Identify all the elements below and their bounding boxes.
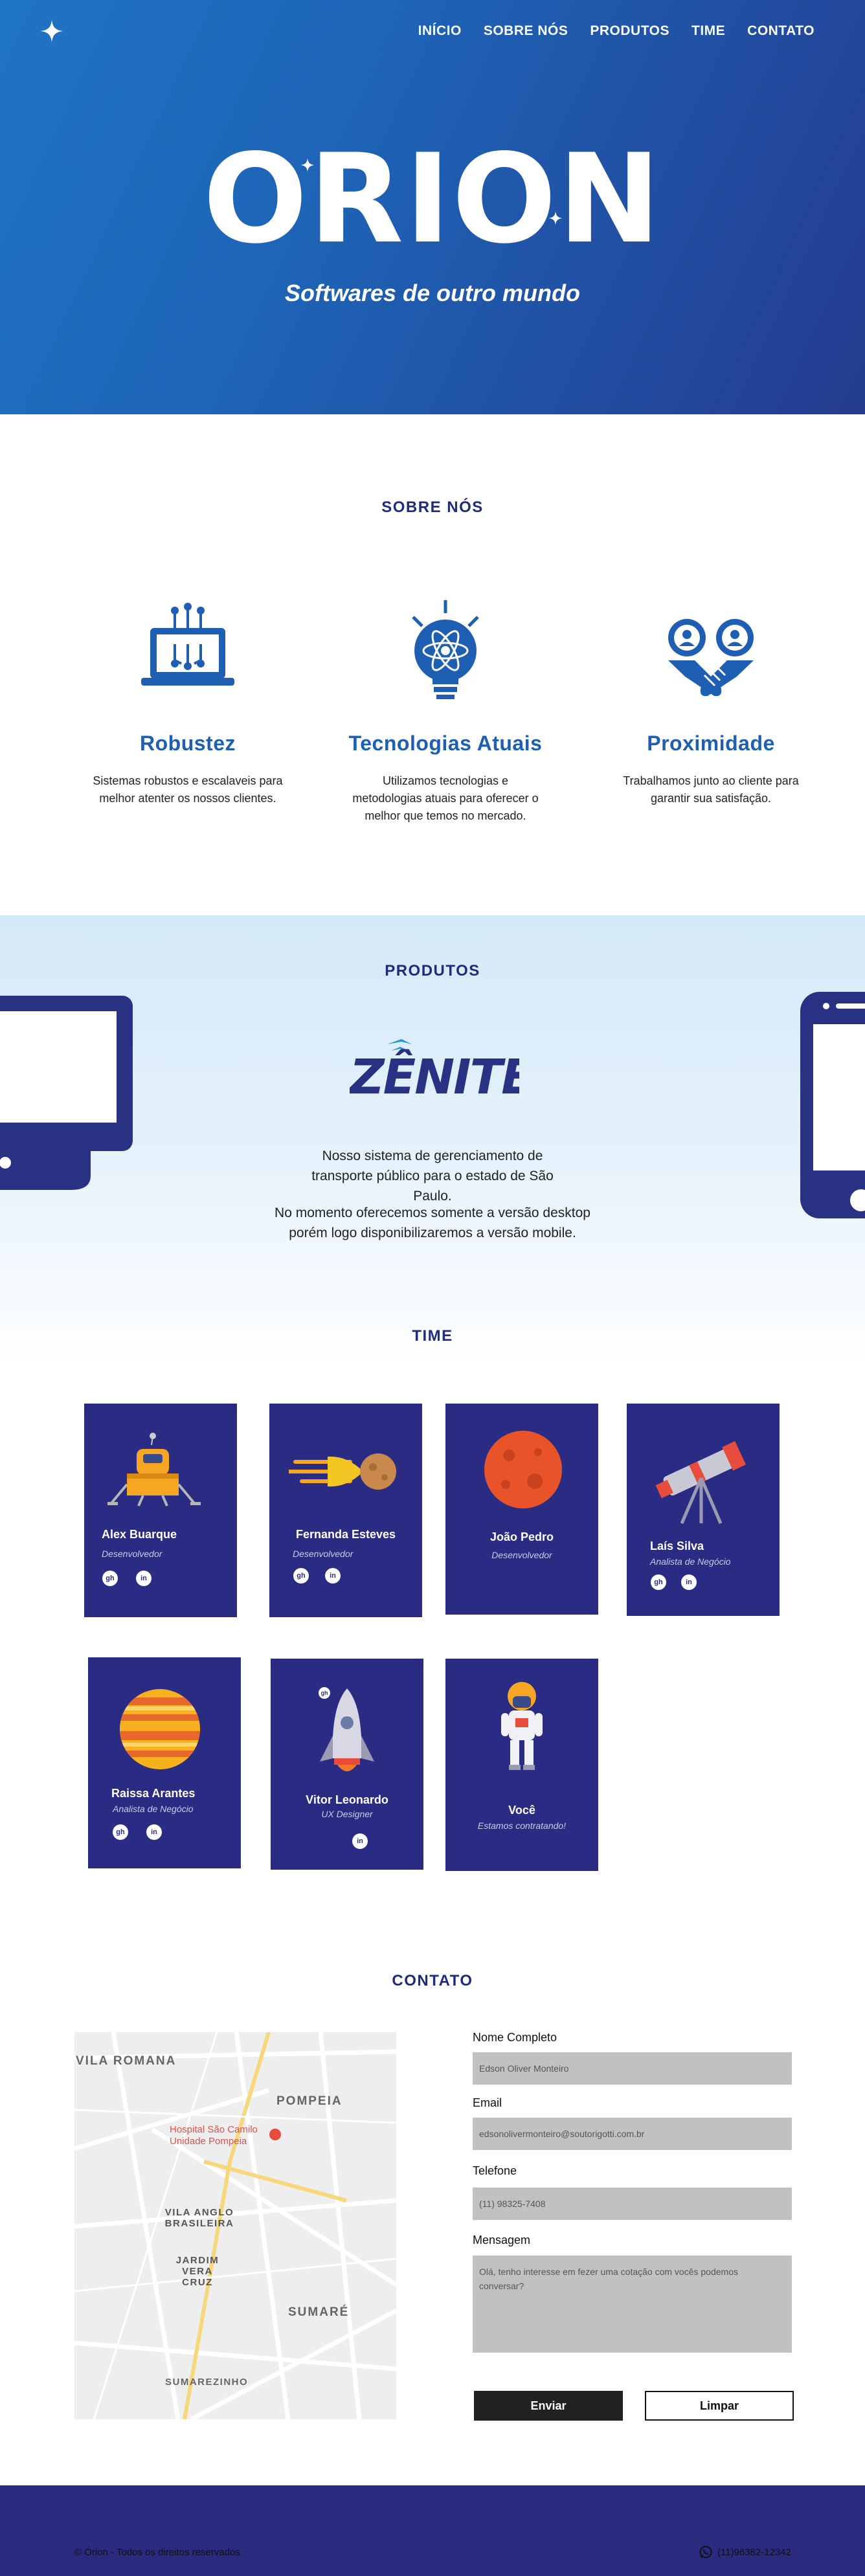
copyright-text: © Órion - Todos os direitos reservados bbox=[74, 2547, 240, 2558]
team-card: Raissa Arantes Analista de Negócio gh in bbox=[88, 1657, 241, 1868]
sparkle-icon bbox=[300, 158, 315, 172]
astronaut-icon bbox=[501, 1682, 543, 1770]
linkedin-icon[interactable]: in bbox=[352, 1833, 368, 1849]
phone-text: (11)96382-12342 bbox=[717, 2547, 791, 2558]
member-name: João Pedro bbox=[489, 1530, 554, 1543]
jupiter-planet-icon bbox=[120, 1689, 200, 1769]
linkedin-icon[interactable]: in bbox=[146, 1824, 162, 1840]
lightbulb-atom-icon bbox=[412, 600, 479, 699]
map-label: Hospital São Camilo bbox=[170, 2124, 258, 2135]
whatsapp-icon bbox=[699, 2546, 712, 2559]
map-label: VILA ROMANA bbox=[76, 2054, 177, 2068]
sobre-title: SOBRE NÓS bbox=[381, 498, 484, 516]
member-name: Raissa Arantes bbox=[111, 1787, 196, 1800]
map-roads bbox=[74, 2032, 396, 2419]
produtos-text-1: Nosso sistema de gerenciamento de transp… bbox=[311, 1148, 554, 1204]
telescope-icon bbox=[655, 1441, 747, 1524]
map-label: SUMAREZINHO bbox=[165, 2377, 249, 2388]
feature-card: Tecnologias Atuais Utilizamos tecnologia… bbox=[348, 599, 543, 825]
member-role: UX Designer bbox=[321, 1809, 373, 1819]
map-label: JARDIM VERA CRUZ bbox=[175, 2255, 219, 2288]
member-role: Analista de Negócio bbox=[650, 1556, 731, 1567]
produtos-text-2: No momento oferecemos somente a versão d… bbox=[275, 1205, 590, 1240]
member-name: Laís Silva bbox=[650, 1540, 704, 1552]
github-icon[interactable]: gh bbox=[651, 1574, 666, 1590]
member-name: Alex Buarque bbox=[102, 1528, 177, 1541]
member-role: Estamos contratando! bbox=[477, 1820, 567, 1831]
map-label: Unidade Pompeia bbox=[170, 2136, 247, 2147]
brand-title: ORION bbox=[203, 128, 662, 271]
name-input[interactable]: Edson Oliver Monteiro bbox=[473, 2052, 792, 2085]
linkedin-icon[interactable]: in bbox=[681, 1574, 697, 1590]
map-label: POMPEIA bbox=[276, 2094, 343, 2108]
location-map[interactable]: VILA ROMANA POMPEIA Hospital São Camilo … bbox=[74, 2032, 396, 2419]
member-name: Você bbox=[508, 1804, 535, 1817]
product-name: ZÊNITE bbox=[350, 1048, 519, 1097]
clear-button[interactable]: Limpar bbox=[645, 2391, 794, 2421]
github-icon[interactable]: gh bbox=[102, 1571, 118, 1586]
produtos-title: PRODUTOS bbox=[385, 962, 480, 980]
linkedin-icon[interactable]: in bbox=[136, 1571, 152, 1586]
logo-star-icon[interactable] bbox=[40, 19, 63, 43]
page: INÍCIO SOBRE NÓS PRODUTOS TIME CONTATO O… bbox=[0, 0, 865, 2576]
laptop-circuit-icon bbox=[141, 603, 234, 686]
team-card: gh Vitor Leonardo UX Designer in bbox=[271, 1659, 423, 1870]
sparkle-icon bbox=[548, 211, 563, 225]
footer bbox=[0, 2485, 865, 2576]
time-title: TIME bbox=[412, 1327, 453, 1345]
nav-sobre[interactable]: SOBRE NÓS bbox=[484, 23, 568, 39]
main-nav: INÍCIO SOBRE NÓS PRODUTOS TIME CONTATO bbox=[418, 23, 814, 39]
nav-contato[interactable]: CONTATO bbox=[747, 23, 814, 39]
github-icon[interactable]: gh bbox=[113, 1824, 128, 1840]
map-label: VILA ANGLO BRASILEIRA bbox=[164, 2207, 234, 2229]
nav-time[interactable]: TIME bbox=[691, 23, 725, 39]
team-card: Fernanda Esteves Desenvolvedor gh in bbox=[269, 1404, 422, 1617]
feature-title: Tecnologias Atuais bbox=[348, 732, 543, 755]
linkedin-icon[interactable]: in bbox=[325, 1568, 341, 1584]
member-name: Vitor Leonardo bbox=[306, 1793, 388, 1806]
phone-input[interactable]: (11) 98325-7408 bbox=[473, 2188, 792, 2220]
email-input[interactable]: edsonolivermonteiro@soutorigotti.com.br bbox=[473, 2118, 792, 2150]
nav-inicio[interactable]: INÍCIO bbox=[418, 23, 462, 39]
field-label: Nome Completo bbox=[473, 2031, 557, 2044]
hero-section: INÍCIO SOBRE NÓS PRODUTOS TIME CONTATO O… bbox=[0, 0, 865, 414]
lunar-lander-icon bbox=[107, 1433, 201, 1506]
feature-card: Robustez Sistemas robustos e escalaveis … bbox=[91, 599, 285, 807]
zenite-logo: ZÊNITE bbox=[350, 1039, 519, 1097]
map-label: SUMARÉ bbox=[288, 2305, 350, 2319]
team-card: Alex Buarque Desenvolvedor gh in bbox=[84, 1404, 237, 1617]
nav-produtos[interactable]: PRODUTOS bbox=[590, 23, 669, 39]
feature-text: Sistemas robustos e escalaveis para melh… bbox=[93, 774, 283, 805]
rocket-icon bbox=[320, 1688, 374, 1771]
team-card: Laís Silva Analista de Negócio gh in bbox=[627, 1404, 780, 1616]
field-label: Telefone bbox=[473, 2164, 517, 2177]
handshake-icon bbox=[668, 619, 754, 697]
feature-title: Proximidade bbox=[647, 732, 775, 755]
team-card: João Pedro Desenvolvedor bbox=[445, 1404, 598, 1615]
contato-title: CONTATO bbox=[392, 1972, 473, 1989]
member-role: Analista de Negócio bbox=[113, 1804, 194, 1814]
feature-card: Proximidade Trabalhamos junto ao cliente… bbox=[614, 599, 808, 807]
team-card: Você Estamos contratando! bbox=[445, 1659, 598, 1871]
feature-title: Robustez bbox=[140, 732, 236, 755]
field-label: Email bbox=[473, 2096, 502, 2109]
member-role: Desenvolvedor bbox=[102, 1549, 163, 1559]
feature-text: Utilizamos tecnologias e metodologias at… bbox=[352, 774, 539, 822]
message-textarea[interactable]: Olá, tenho interesse em fezer uma cotaçã… bbox=[473, 2256, 792, 2353]
feature-text: Trabalhamos junto ao cliente para garant… bbox=[623, 774, 799, 805]
field-label: Mensagem bbox=[473, 2234, 531, 2246]
member-role: Desenvolvedor bbox=[293, 1549, 354, 1559]
meteor-icon bbox=[289, 1453, 396, 1490]
mars-planet-icon bbox=[484, 1431, 562, 1508]
github-icon[interactable]: gh bbox=[293, 1568, 309, 1584]
member-role: Desenvolvedor bbox=[491, 1550, 552, 1560]
send-button[interactable]: Enviar bbox=[474, 2391, 623, 2421]
hero-subtitle: Softwares de outro mundo bbox=[284, 280, 580, 306]
member-name: Fernanda Esteves bbox=[295, 1528, 396, 1541]
